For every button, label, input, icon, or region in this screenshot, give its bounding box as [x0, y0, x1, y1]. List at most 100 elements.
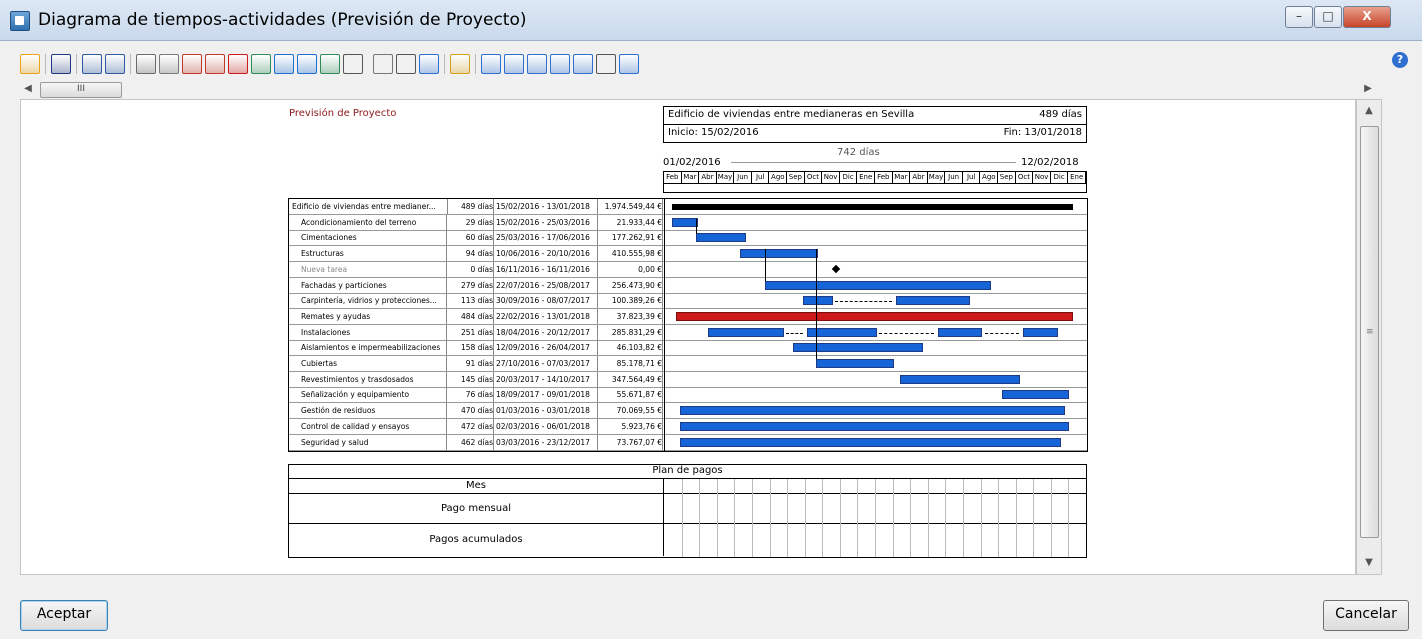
task-row[interactable]: Estructuras 94 días 10/06/2016 - 20/10/201…	[289, 246, 1087, 263]
task-row[interactable]: Instalaciones 251 días 18/04/2016 - 20/12/…	[289, 324, 1087, 341]
task-row[interactable]: Acondicionamiento del terreno 29 días 15/0…	[289, 214, 1087, 231]
task-cost: 55.671,87 €	[599, 387, 663, 403]
grid-icon[interactable]	[274, 54, 294, 74]
zoom-icon[interactable]	[481, 54, 501, 74]
minimize-button[interactable]: –	[1285, 6, 1313, 28]
print-icon[interactable]	[396, 54, 416, 74]
month-label: Nov	[822, 172, 840, 183]
month-label: Feb	[875, 172, 893, 183]
undo-icon[interactable]	[82, 54, 102, 74]
help-icon[interactable]: ?	[1392, 52, 1408, 68]
task-row[interactable]: Fachadas y particiones 279 días 22/07/2016…	[289, 277, 1087, 294]
gantt-bar[interactable]	[1022, 327, 1059, 337]
zoom-fit-icon[interactable]	[504, 54, 524, 74]
close-button[interactable]: X	[1343, 6, 1391, 28]
task-row[interactable]: Cimentaciones 60 días 25/03/2016 - 17/06/2…	[289, 230, 1087, 247]
settings-icon[interactable]	[159, 54, 179, 74]
dependency-line	[815, 249, 817, 359]
task-table: Edificio de viviendas entre medianer... 4…	[288, 198, 1088, 452]
vertical-scrollbar[interactable]: ▲ ≡ ▼	[1356, 99, 1382, 575]
task-row[interactable]: Señalización y equipamiento 76 días 18/09/…	[289, 387, 1087, 404]
task-row[interactable]: Nueva tarea 0 días 16/11/2016 - 16/11/2016…	[289, 261, 1087, 278]
open-folder-icon[interactable]	[20, 54, 40, 74]
window-title: Diagrama de tiempos-actividades (Previsi…	[38, 10, 527, 30]
gantt-bar[interactable]	[708, 327, 785, 337]
task-row[interactable]: Carpintería, vidrios y protecciones... 11…	[289, 293, 1087, 310]
gantt-bar[interactable]	[792, 343, 924, 353]
task-dates: 12/09/2016 - 26/04/2017	[495, 340, 598, 356]
task-row[interactable]: Cubiertas 91 días 27/10/2016 - 07/03/2017 8…	[289, 356, 1087, 372]
month-label: Abr	[699, 172, 717, 183]
save-icon[interactable]	[51, 54, 71, 74]
cumulative-payment-label: Pagos acumulados	[289, 524, 664, 556]
month-label: May	[717, 172, 735, 183]
task-row[interactable]: Edificio de viviendas entre medianer... 4…	[289, 199, 1087, 215]
gantt-bar[interactable]	[896, 296, 970, 306]
task-cost: 410.555,98 €	[599, 246, 663, 262]
redo-icon[interactable]	[105, 54, 125, 74]
gantt-bar[interactable]	[765, 280, 991, 290]
payment-plan: Plan de pagos Mes Pago mensual Pagos acu…	[288, 464, 1087, 558]
zoom-in-icon[interactable]	[527, 54, 547, 74]
gantt-bar[interactable]	[807, 327, 877, 337]
view-dropdown-icon[interactable]	[343, 54, 363, 74]
zoom-out-icon[interactable]	[573, 54, 593, 74]
scroll-left-arrow-icon[interactable]: ◀	[20, 81, 36, 97]
gantt-icon[interactable]	[251, 54, 271, 74]
export-icon[interactable]	[419, 54, 439, 74]
gantt-bar[interactable]	[680, 437, 1061, 447]
gantt-bar[interactable]	[696, 233, 747, 243]
person-icon[interactable]	[205, 54, 225, 74]
scroll-down-arrow-icon[interactable]: ▼	[1357, 554, 1381, 572]
link-icon[interactable]	[297, 54, 317, 74]
properties-icon[interactable]	[136, 54, 156, 74]
gantt-bar[interactable]	[739, 249, 818, 259]
window-icon[interactable]	[619, 54, 639, 74]
task-row[interactable]: Remates y ayudas 484 días 22/02/2016 - 13/…	[289, 308, 1087, 325]
bar-chart-icon[interactable]	[450, 54, 470, 74]
people-icon[interactable]	[182, 54, 202, 74]
gantt-bar[interactable]	[815, 359, 894, 368]
gantt-bar[interactable]	[900, 374, 1021, 384]
gantt-bar[interactable]	[938, 327, 983, 337]
task-row[interactable]: Seguridad y salud 462 días 03/03/2016 - 23…	[289, 434, 1087, 451]
gantt-bar[interactable]	[675, 311, 1074, 321]
task-row[interactable]: Aislamientos e impermeabilizaciones 158 d…	[289, 340, 1087, 357]
task-name: Fachadas y particiones	[291, 277, 447, 293]
month-label: Mar	[682, 172, 700, 183]
delete-icon[interactable]	[228, 54, 248, 74]
task-dur: 113 días	[449, 293, 494, 309]
accept-button[interactable]: Aceptar	[20, 600, 108, 631]
task-name: Señalización y equipamiento	[291, 387, 447, 403]
scroll-right-arrow-icon[interactable]: ▶	[1360, 81, 1376, 97]
gantt-bar[interactable]	[672, 217, 699, 227]
refresh-icon[interactable]	[550, 54, 570, 74]
task-name: Control de calidad y ensayos	[291, 418, 447, 434]
copy-icon[interactable]	[373, 54, 393, 74]
gantt-bar[interactable]	[803, 296, 833, 306]
hand-icon[interactable]	[596, 54, 616, 74]
task-row[interactable]: Gestión de residuos 470 días 01/03/2016 - …	[289, 403, 1087, 420]
task-dur: 29 días	[449, 214, 494, 230]
task-cost: 73.767,07 €	[599, 434, 663, 450]
cancel-button[interactable]: Cancelar	[1323, 600, 1409, 631]
task-name: Edificio de viviendas entre medianer...	[291, 199, 448, 214]
task-dates: 30/09/2016 - 08/07/2017	[495, 293, 598, 309]
horizontal-scroll-thumb[interactable]: III	[40, 82, 122, 98]
gantt-bar[interactable]	[672, 204, 1074, 210]
task-row[interactable]: Revestimientos y trasdosados 145 días 20/0…	[289, 371, 1087, 388]
project-header: Edificio de viviendas entre medianeras e…	[663, 106, 1087, 143]
task-row[interactable]: Control de calidad y ensayos 472 días 02/0…	[289, 418, 1087, 435]
task-name: Estructuras	[291, 246, 447, 262]
month-label: Oct	[1016, 172, 1034, 183]
gantt-bar[interactable]	[680, 421, 1069, 431]
chart-icon[interactable]	[320, 54, 340, 74]
month-label: Feb	[664, 172, 682, 183]
gantt-bar[interactable]	[680, 406, 1065, 416]
horizontal-scrollbar[interactable]: ◀ III ▶	[20, 81, 1380, 98]
vertical-scroll-thumb[interactable]: ≡	[1360, 126, 1379, 538]
month-label: Abr	[910, 172, 928, 183]
scroll-up-arrow-icon[interactable]: ▲	[1357, 102, 1381, 120]
maximize-button[interactable]: □	[1314, 6, 1342, 28]
gantt-bar[interactable]	[1001, 390, 1069, 400]
